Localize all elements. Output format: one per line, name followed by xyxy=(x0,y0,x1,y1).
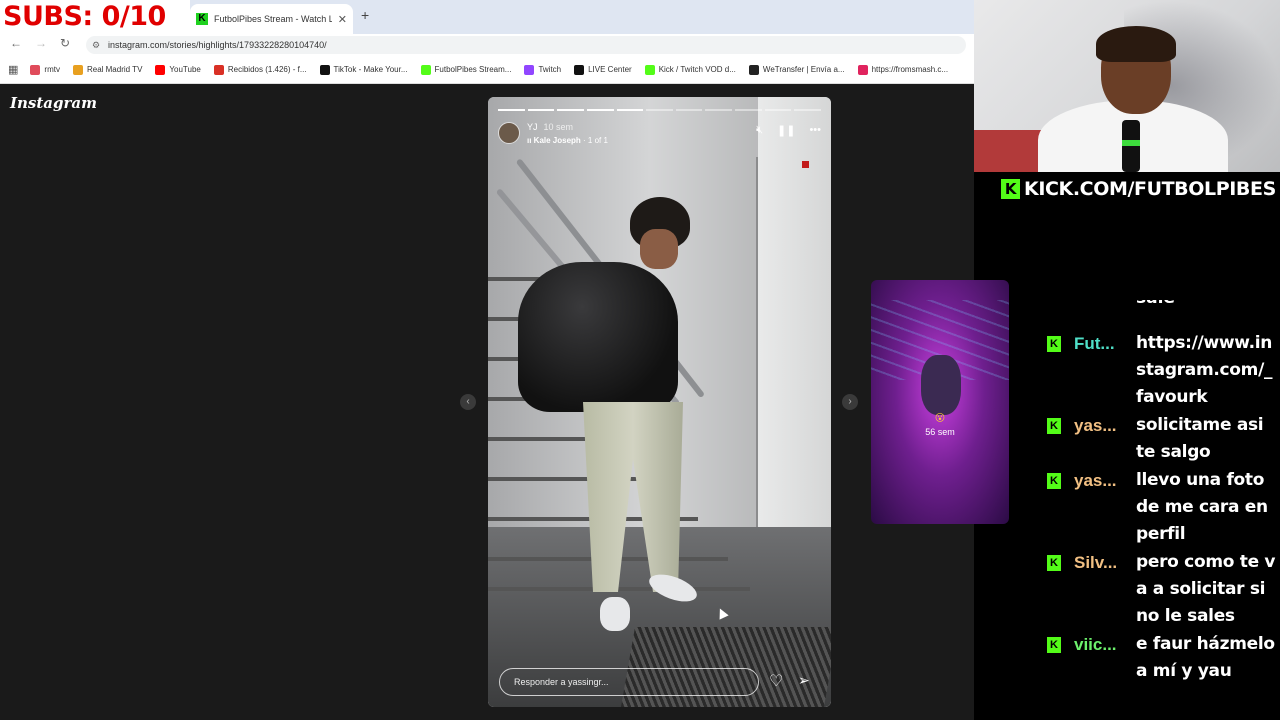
bookmark-label: Real Madrid TV xyxy=(86,65,143,74)
kick-badge-icon: K xyxy=(1047,336,1061,352)
apps-grid-icon[interactable]: ▦ xyxy=(8,63,18,76)
next-story-age: 56 sem xyxy=(925,427,955,437)
instagram-page: Instagram ‹ › YJ 10 sem ıı Kale Joseph ·… xyxy=(0,84,1009,720)
next-story-emoji: 😮 xyxy=(934,413,946,424)
close-tab-icon[interactable]: ✕ xyxy=(338,13,347,26)
bookmark-label: TikTok - Make Your... xyxy=(333,65,408,74)
story-header: YJ 10 sem ıı Kale Joseph · 1 of 1 🔇︎ ❚❚ •… xyxy=(498,119,821,147)
bookmark-label: Twitch xyxy=(538,65,562,74)
chat-text: e faur házmelo a mí y yau xyxy=(1136,634,1275,681)
bookmark-item[interactable]: FutbolPibes Stream... xyxy=(420,64,512,75)
story-controls: 🔇︎ ❚❚ ••• xyxy=(756,124,821,137)
chat-text: pero como te va a solicitar si no le sal… xyxy=(1136,552,1276,626)
bookmark-item[interactable]: Twitch xyxy=(524,64,562,75)
chat-username[interactable]: Silv... xyxy=(1074,553,1117,573)
site-info-icon[interactable]: ⚙ xyxy=(92,36,100,54)
bookmark-item[interactable]: TikTok - Make Your... xyxy=(319,64,408,75)
next-story-figure xyxy=(921,355,961,415)
chat-username[interactable]: Fut... xyxy=(1074,334,1115,354)
story-audio-count: · 1 of 1 xyxy=(580,136,608,145)
story-progress-bar xyxy=(498,109,822,111)
bookmark-item[interactable]: Real Madrid TV xyxy=(72,64,143,75)
twitch-icon xyxy=(524,64,535,75)
bookmark-label: Kick / Twitch VOD d... xyxy=(658,65,736,74)
microphone-icon xyxy=(1122,120,1140,172)
kick-url: KICK.COM/FUTBOLPIBES xyxy=(1024,178,1276,200)
tiktok-icon xyxy=(319,64,330,75)
story-viewer[interactable]: YJ 10 sem ıı Kale Joseph · 1 of 1 🔇︎ ❚❚ •… xyxy=(488,97,831,707)
bookmarks-bar: ▦ rmtv Real Madrid TV YouTube Recibidos (1.… xyxy=(0,56,974,84)
webcam-feed xyxy=(974,0,1280,172)
instagram-logo[interactable]: Instagram xyxy=(10,94,97,112)
bookmark-item[interactable]: YouTube xyxy=(155,64,201,75)
kick-badge-icon: K xyxy=(1047,473,1061,489)
kick-channel-banner: K KICK.COM/FUTBOLPIBES xyxy=(1001,178,1276,200)
bookmark-label: WeTransfer | Envía a... xyxy=(762,65,845,74)
tiktok-icon xyxy=(574,64,585,75)
reload-icon[interactable]: ↻ xyxy=(60,36,70,50)
kick-icon xyxy=(644,64,655,75)
bookmark-item[interactable]: WeTransfer | Envía a... xyxy=(748,64,845,75)
kick-logo-icon: K xyxy=(1001,179,1020,199)
more-options-icon[interactable]: ••• xyxy=(809,124,821,137)
story-username-row: YJ 10 sem xyxy=(527,122,573,132)
browser-tab[interactable]: K FutbolPibes Stream - Watch Liv ✕ xyxy=(190,4,353,34)
kick-badge-icon: K xyxy=(1047,637,1061,653)
kick-icon: K xyxy=(196,13,208,25)
previous-story-arrow-icon[interactable]: ‹ xyxy=(460,394,476,410)
pause-icon[interactable]: ❚❚ xyxy=(777,124,795,137)
story-time: 10 sem xyxy=(543,122,574,132)
bookmark-item[interactable]: LIVE Center xyxy=(574,64,632,75)
bookmark-item[interactable]: rmtv xyxy=(30,64,60,75)
kick-badge-icon: K xyxy=(1047,555,1061,571)
address-row: ← → ↻ ⚙ instagram.com/stories/highlights… xyxy=(0,34,974,56)
mute-icon[interactable]: 🔇︎ xyxy=(756,124,763,137)
heart-icon[interactable]: ♡ xyxy=(769,671,783,691)
send-icon[interactable]: ➢ xyxy=(798,672,810,689)
back-icon[interactable]: ← xyxy=(10,36,22,50)
url-text: instagram.com/stories/highlights/1793322… xyxy=(108,40,327,50)
chat-username[interactable]: yas... xyxy=(1074,471,1117,491)
story-username[interactable]: YJ xyxy=(527,122,538,132)
address-bar[interactable]: ⚙ instagram.com/stories/highlights/17933… xyxy=(86,36,966,54)
next-story-arrow-icon[interactable]: › xyxy=(842,394,858,410)
play-icon xyxy=(72,64,83,75)
bookmark-label: Recibidos (1.426) - f... xyxy=(227,65,307,74)
chat-username[interactable]: yas... xyxy=(1074,416,1117,436)
chat-panel: sale K Fut... https://www.instagram.com/_f… xyxy=(1040,300,1280,720)
bookmark-label: LIVE Center xyxy=(588,65,632,74)
bookmark-label: FutbolPibes Stream... xyxy=(434,65,512,74)
tab-title: FutbolPibes Stream - Watch Liv xyxy=(214,14,332,24)
smash-icon xyxy=(857,64,868,75)
bookmark-item[interactable]: https://fromsmash.c... xyxy=(857,64,949,75)
youtube-icon xyxy=(155,64,166,75)
story-audio-name: Kale Joseph xyxy=(533,136,581,145)
chat-text: solicitame asi te salgo xyxy=(1136,415,1264,462)
chat-cutoff-text: sale xyxy=(1136,300,1175,308)
story-audio-row[interactable]: ıı Kale Joseph · 1 of 1 xyxy=(527,136,608,145)
gmail-icon xyxy=(213,64,224,75)
kick-icon xyxy=(420,64,431,75)
wetransfer-icon xyxy=(748,64,759,75)
chat-username[interactable]: viic... xyxy=(1074,635,1117,655)
rmtv-icon xyxy=(30,64,41,75)
bookmark-label: rmtv xyxy=(44,65,60,74)
bookmark-item[interactable]: Kick / Twitch VOD d... xyxy=(644,64,736,75)
kick-badge-icon: K xyxy=(1047,418,1061,434)
next-story-preview[interactable]: 😮 56 sem xyxy=(871,280,1009,524)
bookmark-label: YouTube xyxy=(169,65,201,74)
forward-icon[interactable]: → xyxy=(35,36,47,50)
story-photo-sign xyxy=(802,161,809,168)
subs-counter: SUBS: 0/10 xyxy=(0,0,190,34)
chat-text: llevo una foto de me cara en perfil xyxy=(1136,470,1268,544)
bookmark-label: https://fromsmash.c... xyxy=(871,65,949,74)
story-photo-person xyxy=(488,97,831,707)
bookmark-list: rmtv Real Madrid TV YouTube Recibidos (1.42… xyxy=(30,64,949,75)
audio-bars-icon: ıı xyxy=(527,136,534,145)
bookmark-item[interactable]: Recibidos (1.426) - f... xyxy=(213,64,307,75)
chat-text: https://www.instagram.com/_favourk xyxy=(1136,333,1273,407)
new-tab-button[interactable]: + xyxy=(361,7,369,23)
reply-input[interactable]: Responder a yassingr... xyxy=(499,668,759,696)
avatar[interactable] xyxy=(498,122,520,144)
